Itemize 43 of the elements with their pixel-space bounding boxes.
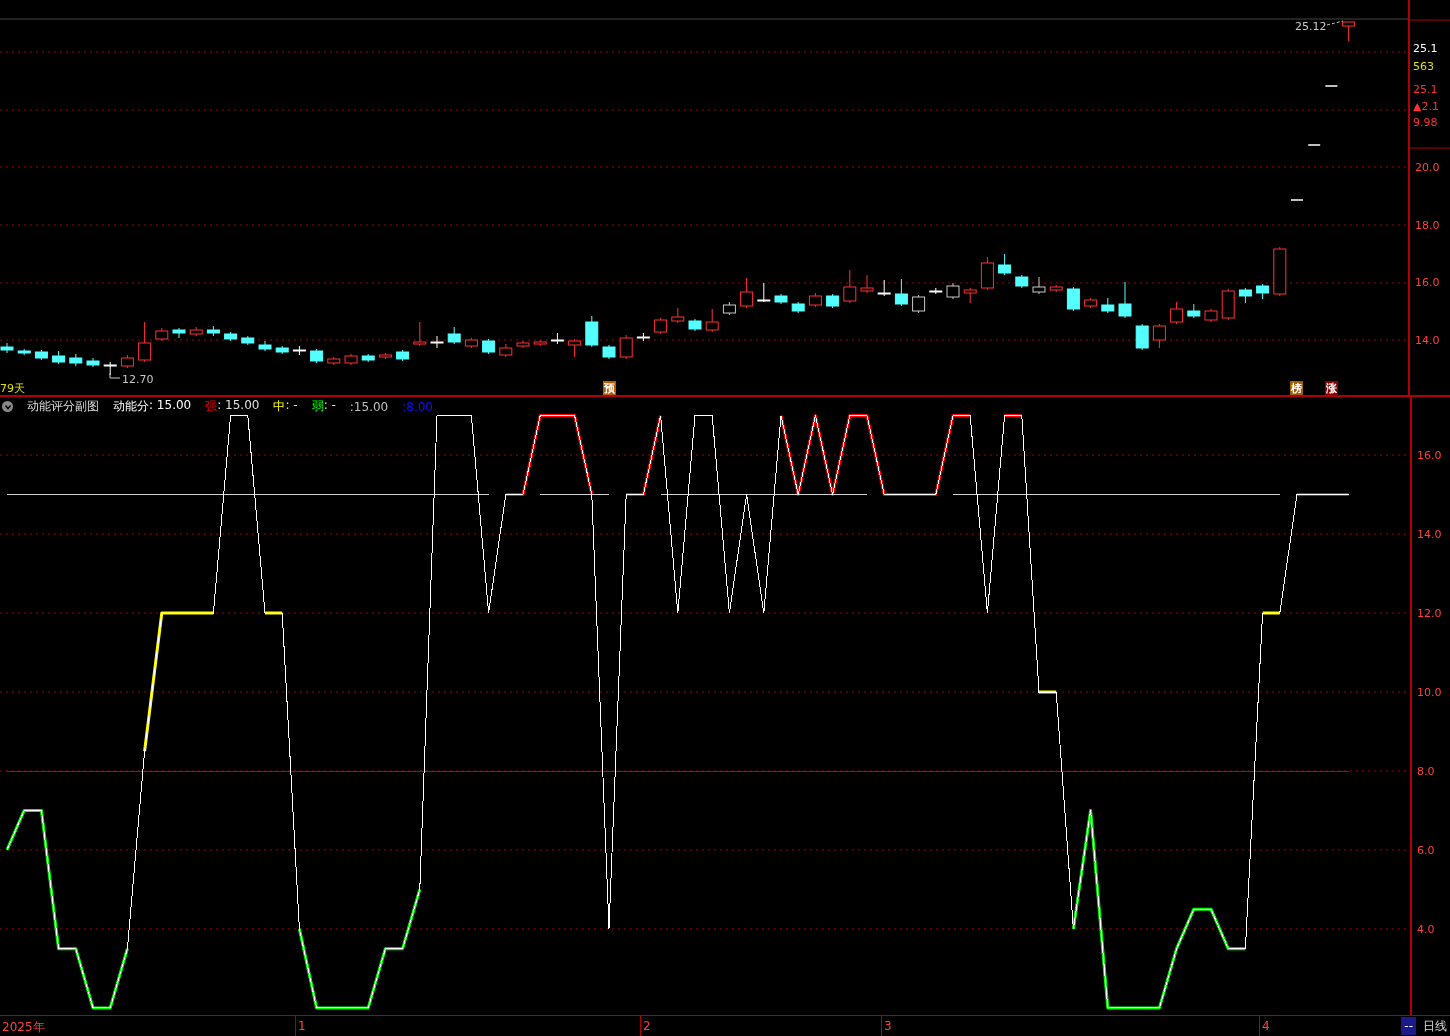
quote-value: 563 [1413,60,1435,73]
quote-value: ▲2.1 [1413,100,1439,113]
legend-name: 中 [273,398,286,415]
signal-badge: 榜 [1290,381,1303,395]
time-label: 4 [1262,1019,1270,1033]
legend-value: 8.00 [406,399,433,414]
legend-name: : [402,399,407,414]
axis-label: 20.0 [1415,161,1440,174]
axis-label: 8.0 [1417,764,1435,778]
leader-line [1326,20,1344,26]
axis-label: 10.0 [1417,686,1442,699]
legend-value: : - [285,398,298,414]
quote-value: 25.1 [1413,83,1438,96]
period-button[interactable]: -- [1401,1017,1416,1035]
axis-label: 14.0 [1415,333,1440,347]
axis-label: 16.0 [1417,449,1442,463]
period-label: 79天 [0,382,25,395]
signal-badge: 预 [603,381,616,395]
legend-value: 15.00 [353,399,389,414]
time-label: 2 [643,1019,651,1033]
axis-label: 16.0 [1415,276,1440,289]
legend-value: : 15.00 [149,398,192,414]
axis-label: 6.0 [1417,843,1435,857]
collapse-icon[interactable] [2,401,13,412]
legend-value: : 15.00 [217,398,260,414]
time-label: 1 [298,1019,306,1033]
time-label: 2025年 [2,1019,45,1036]
axis-label: 4.0 [1417,922,1435,936]
time-label: 3 [884,1019,892,1033]
legend-name: : [349,399,354,414]
legend-name: 弱 [311,398,324,415]
price-label: 25.12 [1295,20,1327,33]
price-label: 12.70 [122,373,154,386]
signal-badge: 涨 [1325,381,1338,395]
indicator-title: 动能评分副图 [27,398,99,415]
axis-label: 14.0 [1417,528,1442,542]
legend-value: : - [323,398,336,414]
legend-name: 动能分 [113,398,149,415]
leader-line [109,372,121,379]
quote-value: 25.1 [1413,42,1438,55]
axis-label: 12.0 [1417,607,1442,620]
quote-value: 9.98 [1413,116,1438,129]
axis-label: 18.0 [1415,218,1440,232]
